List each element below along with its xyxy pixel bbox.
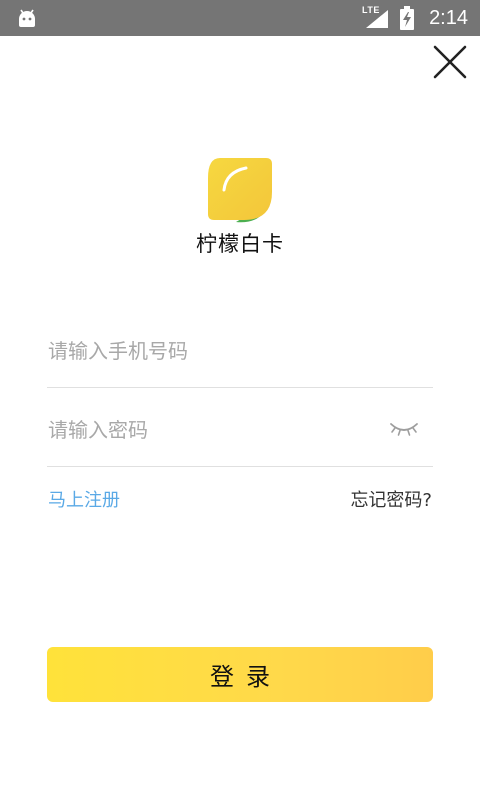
battery-charging-icon (400, 6, 414, 30)
phone-input[interactable] (47, 333, 368, 369)
login-screen: LTE 2:14 柠檬白卡 请输入手机号码 马上注册 忘记密码? 登录 (0, 0, 480, 800)
forgot-password-link[interactable]: 忘记密码? (350, 486, 432, 512)
password-input[interactable] (47, 412, 368, 448)
eye-closed-icon[interactable] (389, 418, 419, 438)
register-link[interactable]: 马上注册 (48, 486, 120, 512)
status-time: 2:14 (429, 7, 468, 29)
status-bar: LTE 2:14 (0, 0, 480, 36)
signal-icon (366, 10, 388, 28)
login-button[interactable]: 登录 (47, 647, 433, 702)
android-icon (19, 9, 35, 27)
app-logo-icon (208, 158, 272, 223)
phone-field-row (47, 317, 433, 388)
password-field-row (47, 396, 433, 467)
close-icon[interactable] (430, 42, 470, 82)
app-name: 柠檬白卡 (196, 232, 284, 256)
